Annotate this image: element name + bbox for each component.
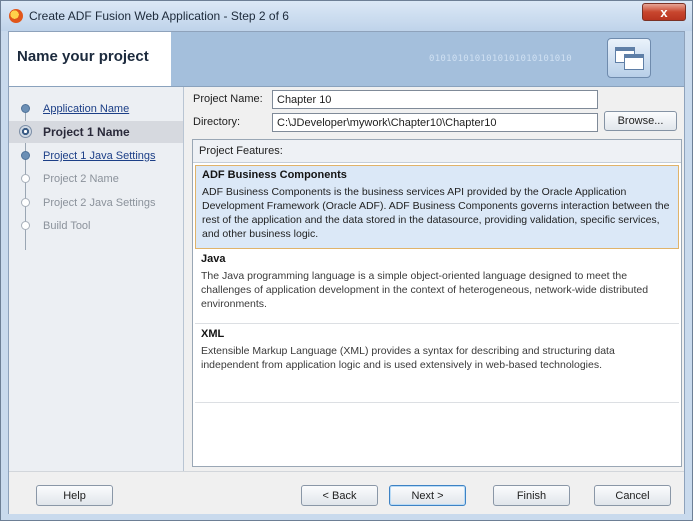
wizard-button-bar: Help < Back Next > Finish Cancel	[9, 471, 684, 514]
window-title: Create ADF Fusion Web Application - Step…	[29, 9, 289, 23]
feature-name: XML	[201, 328, 225, 340]
features-header-label: Project Features:	[199, 145, 283, 157]
step-done-icon	[21, 151, 30, 160]
feature-name: Java	[201, 253, 226, 265]
step-project-2-name: Project 2 Name	[9, 169, 183, 191]
browse-button[interactable]: Browse...	[604, 111, 677, 131]
step-label: Project 1 Name	[43, 125, 130, 139]
step-label: Project 1 Java Settings	[43, 150, 156, 162]
step-current-icon	[19, 125, 32, 138]
project-features-list: Project Features: ADF Business Component…	[192, 139, 682, 467]
project-name-label: Project Name:	[193, 93, 263, 105]
step-pending-icon	[21, 174, 30, 183]
wizard-window: Create ADF Fusion Web Application - Step…	[0, 0, 693, 521]
step-label: Project 2 Name	[43, 173, 119, 185]
step-project-2-java-settings: Project 2 Java Settings	[9, 193, 183, 215]
project-settings-panel: Project Name: Directory: Browse... Proje…	[192, 87, 684, 471]
page-title: Name your project	[17, 48, 149, 65]
step-pending-icon	[21, 221, 30, 230]
wizard-client-area: Name your project 0101010101010101010101…	[8, 31, 685, 514]
cancel-button[interactable]: Cancel	[594, 485, 671, 506]
feature-description: Extensible Markup Language (XML) provide…	[201, 345, 615, 371]
jdeveloper-app-icon	[9, 9, 23, 23]
feature-adf-business-components[interactable]: ADF Business Components ADF Business Com…	[195, 165, 679, 249]
step-pending-icon	[21, 198, 30, 207]
step-label: Build Tool	[43, 220, 91, 232]
finish-button[interactable]: Finish	[493, 485, 570, 506]
step-build-tool: Build Tool	[9, 216, 183, 238]
step-project-1-name[interactable]: Project 1 Name	[9, 121, 183, 143]
close-button[interactable]: x	[642, 3, 686, 21]
feature-description: ADF Business Components is the business …	[202, 186, 670, 240]
window-shape-front	[624, 54, 644, 70]
help-button[interactable]: Help	[36, 485, 113, 506]
next-button[interactable]: Next >	[389, 485, 466, 506]
banner-decoration: 0101010101010101010101010	[429, 54, 572, 64]
back-button[interactable]: < Back	[301, 485, 378, 506]
feature-java[interactable]: Java The Java programming language is a …	[195, 250, 679, 324]
feature-description: The Java programming language is a simpl…	[201, 270, 649, 310]
step-label: Project 2 Java Settings	[43, 197, 156, 209]
features-header: Project Features:	[193, 140, 681, 163]
step-label: Application Name	[43, 103, 130, 115]
step-application-name[interactable]: Application Name	[9, 99, 183, 121]
wizard-step-list: Application Name Project 1 Name Project …	[9, 87, 184, 471]
wizard-banner: Name your project 0101010101010101010101…	[9, 32, 684, 87]
step-project-1-java-settings[interactable]: Project 1 Java Settings	[9, 146, 183, 168]
directory-label: Directory:	[193, 116, 241, 128]
wizard-windows-icon	[607, 38, 651, 78]
project-name-input[interactable]	[272, 90, 598, 109]
directory-input[interactable]	[272, 113, 598, 132]
title-bar: Create ADF Fusion Web Application - Step…	[1, 1, 692, 31]
feature-name: ADF Business Components	[202, 169, 347, 181]
feature-xml[interactable]: XML Extensible Markup Language (XML) pro…	[195, 325, 679, 403]
step-done-icon	[21, 104, 30, 113]
